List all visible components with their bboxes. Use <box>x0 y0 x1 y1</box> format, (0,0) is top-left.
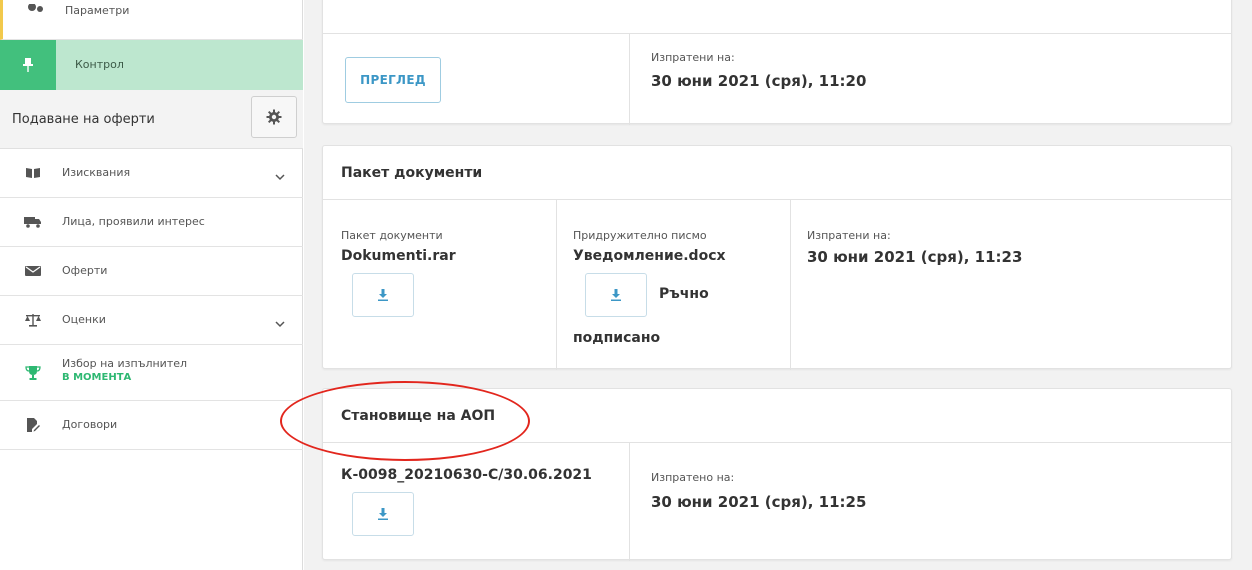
chevron-down-icon[interactable] <box>275 313 285 332</box>
package-file-name: Dokumenti.rar <box>341 248 456 264</box>
gear-icon <box>266 109 282 125</box>
manual-signed-text-2: подписано <box>573 330 661 346</box>
sidebar-item-label: Параметри <box>65 4 130 17</box>
package-label: Пакет документи <box>341 229 443 242</box>
review-card-body: ПРЕГЛЕД Изпратени на: 30 юни 2021 (сря),… <box>323 33 1231 125</box>
download-icon <box>611 289 621 301</box>
divider <box>790 200 791 370</box>
divider <box>556 200 557 370</box>
truck-icon <box>24 213 42 231</box>
highlight-ellipse <box>280 381 530 461</box>
sidebar-item-label: Контрол <box>75 58 124 71</box>
sidebar-item-offers[interactable]: Оферти <box>0 247 303 296</box>
manual-signed-text: Ръчно <box>659 286 709 302</box>
sent-date: 30 юни 2021 (сря), 11:20 <box>651 72 867 90</box>
sidebar-item-control[interactable]: Контрол <box>0 40 303 90</box>
scales-icon <box>24 311 42 329</box>
sidebar-item-parameters[interactable]: Параметри <box>0 0 303 40</box>
settings-button[interactable] <box>251 96 297 138</box>
documents-package-card: Пакет документи Пакет документи Dokument… <box>322 145 1232 370</box>
sent-label: Изпратени на: <box>651 51 735 64</box>
status-badge: В МОМЕНТА <box>62 372 132 383</box>
sidebar: Параметри Контрол Подаване на оферти Изи… <box>0 0 303 570</box>
download-icon <box>378 289 388 301</box>
sidebar-item-label: Лица, проявили интерес <box>62 215 205 228</box>
card-title: Пакет документи <box>341 165 483 181</box>
main-content: ПРЕГЛЕД Изпратени на: 30 юни 2021 (сря),… <box>304 0 1252 570</box>
divider <box>629 34 630 125</box>
download-package-button[interactable] <box>352 273 414 317</box>
cover-letter-file-name: Уведомление.docx <box>573 248 726 264</box>
sent-date: 30 юни 2021 (сря), 11:25 <box>651 493 867 511</box>
download-icon <box>378 508 388 520</box>
sent-label: Изпратено на: <box>651 471 735 484</box>
review-card: ПРЕГЛЕД Изпратени на: 30 юни 2021 (сря),… <box>322 0 1232 125</box>
gears-icon <box>27 0 45 18</box>
sidebar-item-evaluations[interactable]: Оценки <box>0 296 303 345</box>
sidebar-item-label: Оценки <box>62 313 106 326</box>
sent-date: 30 юни 2021 (сря), 11:23 <box>807 248 1023 266</box>
download-cover-letter-button[interactable] <box>585 273 647 317</box>
sent-label: Изпратени на: <box>807 229 891 242</box>
card-header: Пакет документи <box>323 146 1231 200</box>
sidebar-item-contractor-selection[interactable]: Избор на изпълнител В МОМЕНТА <box>0 345 303 400</box>
section-header: Подаване на оферти <box>0 90 303 149</box>
sidebar-item-interested-parties[interactable]: Лица, проявили интерес <box>0 198 303 247</box>
card-body: Пакет документи Dokumenti.rar Придружите… <box>323 200 1231 370</box>
review-button[interactable]: ПРЕГЛЕД <box>345 57 441 103</box>
opinion-file-name: К-0098_20210630-С/30.06.2021 <box>341 467 592 483</box>
document-edit-icon <box>24 416 42 434</box>
pin-icon <box>0 40 56 90</box>
download-opinion-button[interactable] <box>352 492 414 536</box>
sidebar-item-contracts[interactable]: Договори <box>0 400 303 450</box>
book-icon <box>24 164 42 182</box>
chevron-down-icon[interactable] <box>275 166 285 185</box>
envelope-icon <box>24 262 42 280</box>
sidebar-item-label: Оферти <box>62 264 108 277</box>
section-title: Подаване на оферти <box>12 112 155 127</box>
sidebar-item-requirements[interactable]: Изисквания <box>0 149 303 198</box>
sidebar-item-label: Договори <box>62 418 118 431</box>
card-body: К-0098_20210630-С/30.06.2021 Изпратено н… <box>323 443 1231 561</box>
sidebar-item-label: Избор на изпълнител В МОМЕНТА <box>62 357 187 385</box>
trophy-icon <box>24 364 42 382</box>
sidebar-item-title: Избор на изпълнител <box>62 357 188 370</box>
cover-letter-label: Придружително писмо <box>573 229 707 242</box>
sidebar-item-label: Изисквания <box>62 166 131 179</box>
divider <box>629 443 630 561</box>
